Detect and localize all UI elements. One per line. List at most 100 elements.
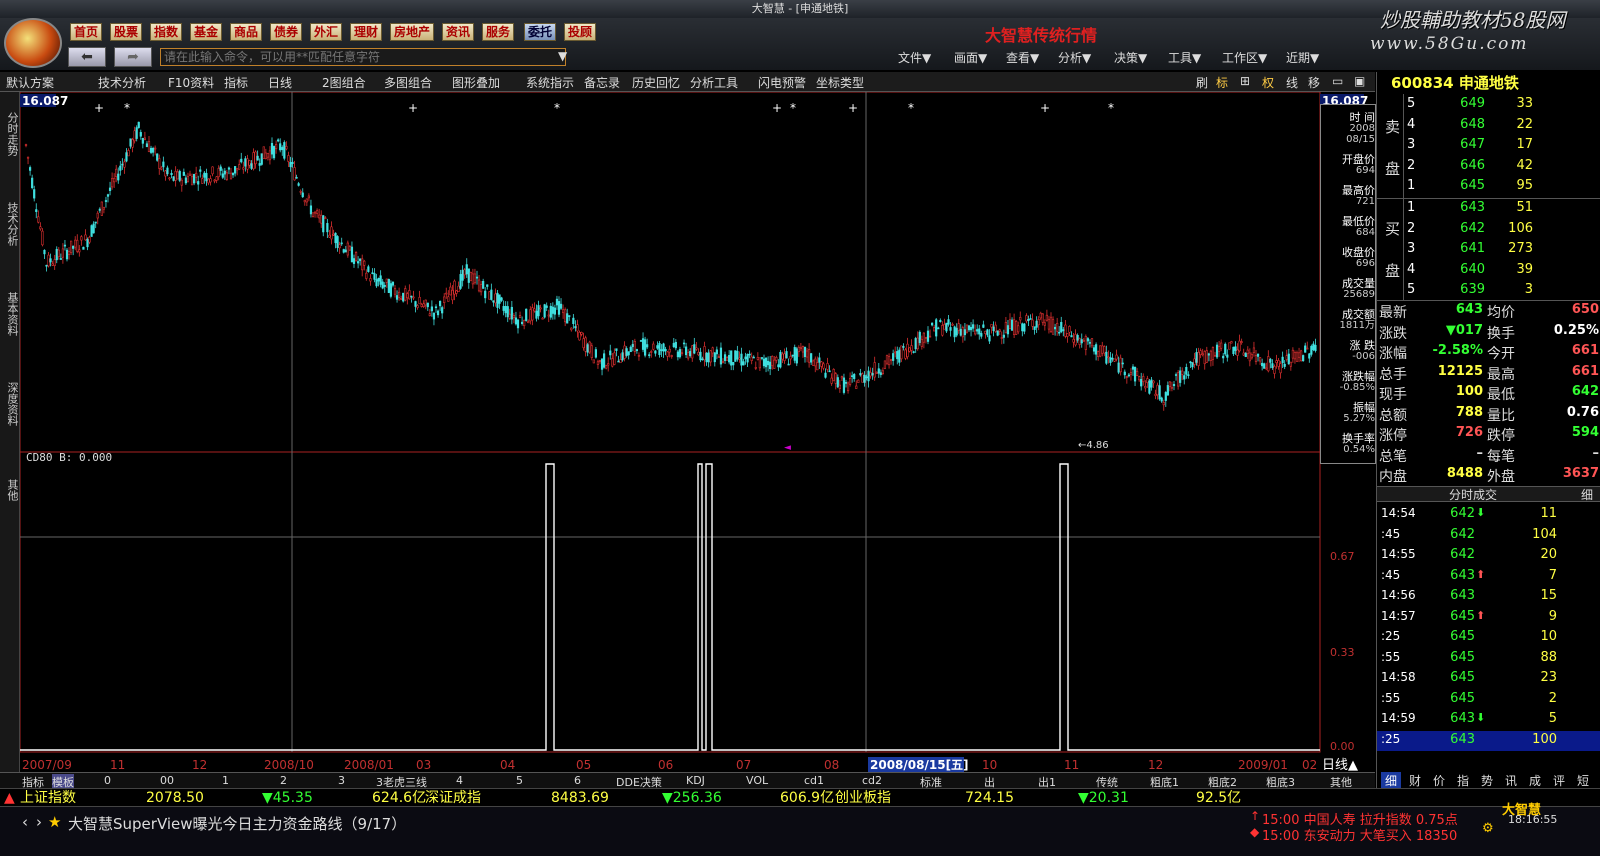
right-tab-4[interactable]: 势: [1477, 772, 1497, 789]
news-next-icon[interactable]: ›: [36, 813, 42, 831]
news-prev-icon[interactable]: ‹: [22, 813, 28, 831]
nav-button-7[interactable]: 理财: [350, 23, 383, 41]
app-logo-icon[interactable]: [4, 18, 62, 68]
index-name-sh[interactable]: 上证指数: [20, 789, 76, 807]
command-input[interactable]: 请在此输入命令，可以用**匹配任意字符: [160, 48, 566, 66]
stock-header[interactable]: 600834 申通地铁: [1377, 72, 1600, 94]
indicator-tab-12[interactable]: KDJ: [686, 774, 705, 787]
toolbar-right-6[interactable]: ▭: [1332, 74, 1343, 88]
right-tab-5[interactable]: 讯: [1501, 772, 1521, 789]
sell-price[interactable]: 647: [1449, 137, 1485, 152]
toolbar-item-3[interactable]: 指标: [224, 74, 248, 91]
left-tab-0[interactable]: 分时走势: [2, 94, 19, 174]
ticks-header-detail[interactable]: 细: [1581, 486, 1593, 503]
indicator-tab-8[interactable]: 4: [456, 774, 463, 787]
index-name-sz[interactable]: 深证成指: [425, 789, 481, 807]
nav-button-1[interactable]: 股票: [110, 23, 143, 41]
toolbar-item-0[interactable]: 默认方案: [6, 74, 54, 91]
news-ticker[interactable]: 大智慧SuperView曝光今日主力资金路线（9/17）: [68, 813, 406, 834]
sell-price[interactable]: 645: [1449, 178, 1485, 193]
menu-item-5[interactable]: 工具▼: [1168, 49, 1201, 66]
toolbar-item-9[interactable]: 备忘录: [584, 74, 620, 91]
nav-button-5[interactable]: 债券: [270, 23, 303, 41]
menu-item-2[interactable]: 查看▼: [1006, 49, 1039, 66]
toolbar-item-5[interactable]: 2图组合: [322, 74, 366, 91]
nav-button-11[interactable]: 委托: [524, 23, 557, 41]
menu-item-6[interactable]: 工作区▼: [1222, 49, 1267, 66]
indicator-tab-14[interactable]: cd1: [804, 774, 824, 787]
right-tab-0[interactable]: 细: [1381, 772, 1401, 789]
back-button[interactable]: ⬅: [68, 47, 106, 67]
menu-item-4[interactable]: 决策▼: [1114, 49, 1147, 66]
sell-price[interactable]: 648: [1449, 117, 1485, 132]
tick-volume: 88: [1540, 649, 1557, 665]
menu-item-7[interactable]: 近期▼: [1286, 49, 1319, 66]
right-tab-8[interactable]: 短: [1573, 772, 1593, 789]
right-tab-1[interactable]: 财: [1405, 772, 1425, 789]
forward-button[interactable]: ➦: [114, 47, 152, 67]
nav-button-12[interactable]: 投顾: [564, 23, 597, 41]
nav-button-10[interactable]: 服务: [482, 23, 515, 41]
index-name-cyb[interactable]: 创业板指: [835, 789, 891, 807]
toolbar-right-1[interactable]: 标: [1216, 74, 1228, 91]
toolbar-right-4[interactable]: 线: [1286, 74, 1298, 91]
menu-item-3[interactable]: 分析▼: [1058, 49, 1091, 66]
toolbar-item-10[interactable]: 历史回忆: [632, 74, 680, 91]
nav-button-3[interactable]: 基金: [190, 23, 223, 41]
left-tab-4[interactable]: 其他: [2, 450, 19, 530]
chart-area[interactable]: 16.087 16.087 CD80 B: 0.000 + * + * + * + * + * ←4.86…: [19, 91, 1376, 773]
nav-button-2[interactable]: 指数: [150, 23, 183, 41]
right-tab-7[interactable]: 评: [1549, 772, 1569, 789]
indicator-tab-9[interactable]: 5: [516, 774, 523, 787]
indicator-tab-5[interactable]: 2: [280, 774, 287, 787]
toolbar-item-12[interactable]: 闪电预警: [758, 74, 806, 91]
toolbar-item-7[interactable]: 图形叠加: [452, 74, 500, 91]
nav-button-8[interactable]: 房地产: [390, 23, 435, 41]
menu-item-0[interactable]: 文件▼: [898, 49, 931, 66]
sell-price[interactable]: 649: [1449, 96, 1485, 111]
buy-price[interactable]: 641: [1449, 241, 1485, 256]
buy-price[interactable]: 640: [1449, 262, 1485, 277]
nav-button-0[interactable]: 首页: [70, 23, 103, 41]
ticks-header[interactable]: 分时成交: [1449, 486, 1497, 503]
indicator-tab-2[interactable]: 0: [104, 774, 111, 787]
alert-2[interactable]: 15:00 东安动力 大笔买入 18350: [1262, 825, 1457, 844]
toolbar-item-6[interactable]: 多图组合: [384, 74, 432, 91]
toolbar-right-0[interactable]: 刷: [1196, 74, 1208, 91]
left-tab-2[interactable]: 基本资料: [2, 274, 19, 354]
toolbar-right-3[interactable]: 权: [1262, 74, 1274, 91]
toolbar-item-1[interactable]: 技术分析: [98, 74, 146, 91]
indicator-tab-3[interactable]: 00: [160, 774, 174, 787]
toolbar-right-5[interactable]: 移: [1308, 74, 1320, 91]
toolbar-item-2[interactable]: F10资料: [168, 74, 214, 91]
sell-price[interactable]: 646: [1449, 158, 1485, 173]
toolbar-item-13[interactable]: 坐标类型: [816, 74, 864, 91]
indicator-tab-15[interactable]: cd2: [862, 774, 882, 787]
candle-body: [1234, 346, 1237, 351]
toolbar-right-7[interactable]: ▣: [1354, 74, 1365, 88]
indicator-tab-13[interactable]: VOL: [746, 774, 768, 787]
buy-price[interactable]: 643: [1449, 200, 1485, 215]
settings-gear-icon[interactable]: ⚙: [1482, 821, 1494, 836]
kline-chart[interactable]: 16.087 16.087CD80 B: 0.000+ * + * + * + * + *←4.86…: [19, 91, 1376, 773]
nav-button-4[interactable]: 商品: [230, 23, 263, 41]
candles: [24, 121, 1317, 411]
toolbar-item-11[interactable]: 分析工具: [690, 74, 738, 91]
left-tab-1[interactable]: 技术分析: [2, 184, 19, 264]
right-tab-3[interactable]: 指: [1453, 772, 1473, 789]
nav-button-9[interactable]: 资讯: [442, 23, 475, 41]
buy-price[interactable]: 639: [1449, 282, 1485, 297]
buy-price[interactable]: 642: [1449, 221, 1485, 236]
toolbar-item-8[interactable]: 系统指示: [526, 74, 574, 91]
toolbar-right-2[interactable]: ⊞: [1240, 74, 1250, 88]
indicator-tab-10[interactable]: 6: [574, 774, 581, 787]
nav-button-6[interactable]: 外汇: [310, 23, 343, 41]
toolbar-item-4[interactable]: 日线: [268, 74, 292, 91]
menu-item-1[interactable]: 画面▼: [954, 49, 987, 66]
left-tab-3[interactable]: 深度资料: [2, 364, 19, 444]
right-tab-2[interactable]: 价: [1429, 772, 1449, 789]
indicator-tab-4[interactable]: 1: [222, 774, 229, 787]
indicator-tab-6[interactable]: 3: [338, 774, 345, 787]
command-dropdown-icon[interactable]: ▼: [558, 49, 567, 63]
right-tab-6[interactable]: 成: [1525, 772, 1545, 789]
